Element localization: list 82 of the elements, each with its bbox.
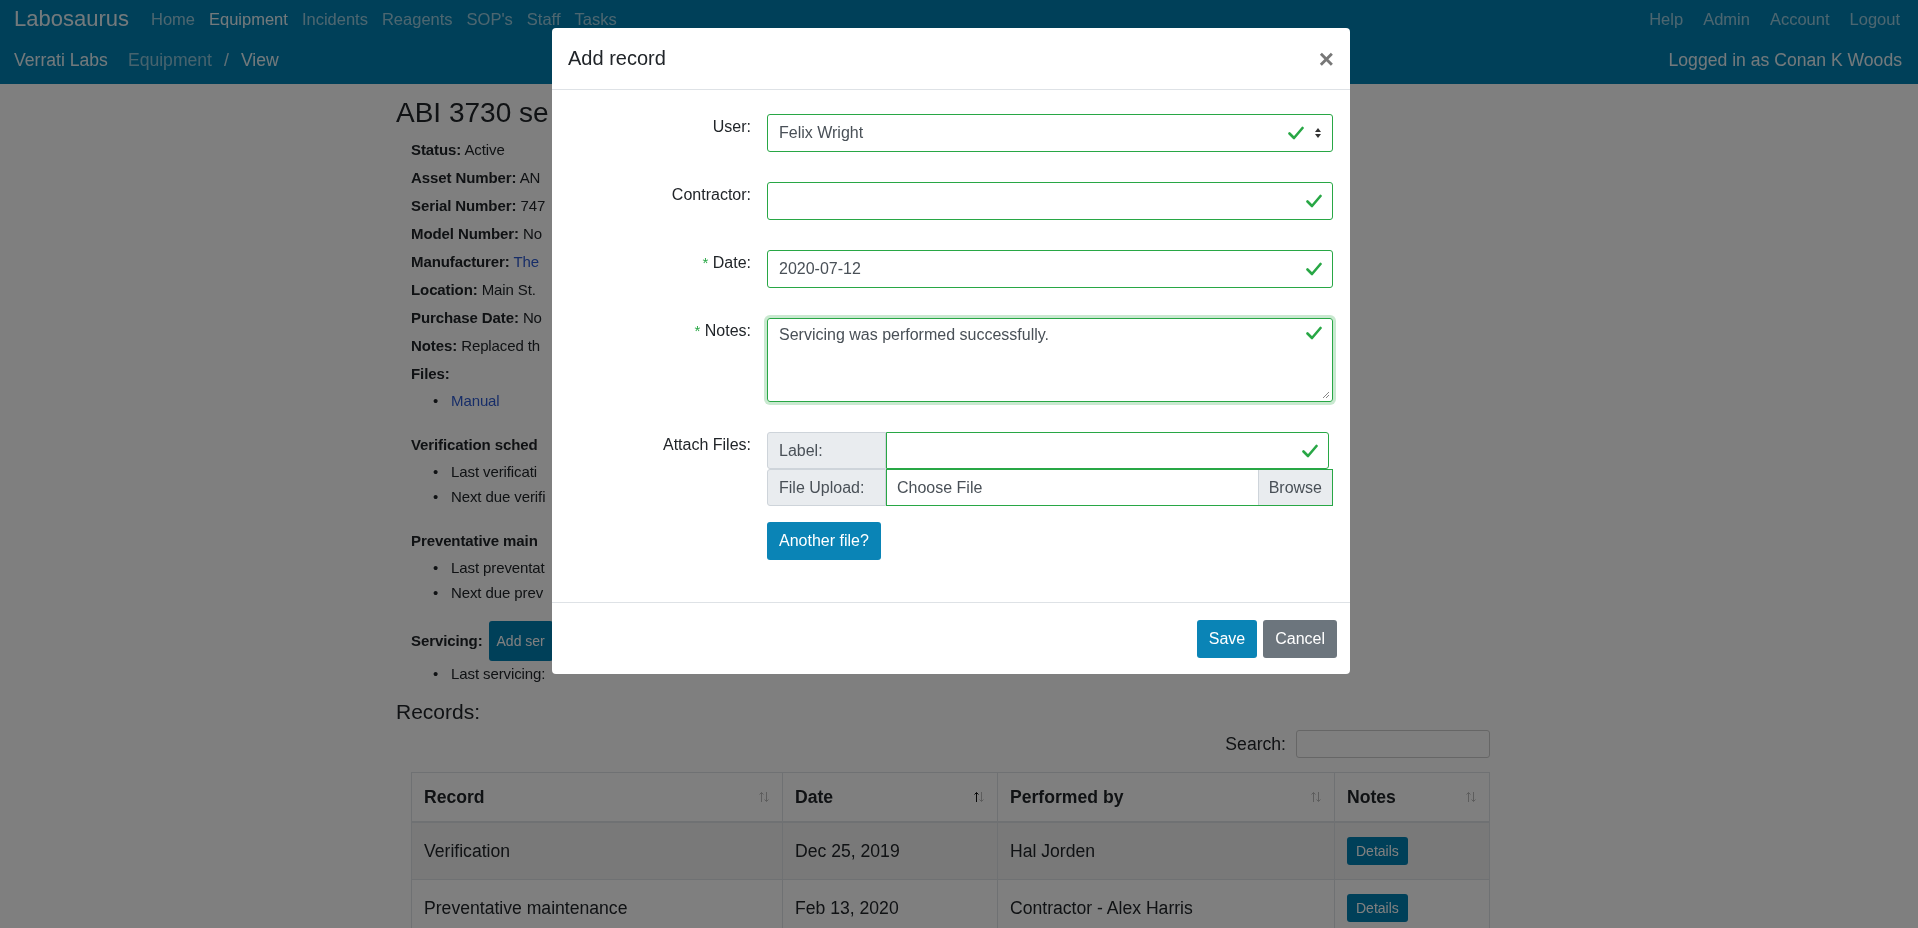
list-item: Next due verifi	[451, 487, 546, 507]
detail-line: Notes: Replaced th	[411, 336, 541, 356]
detail-line: Location: Main St.	[411, 280, 536, 300]
detail-line: Purchase Date: No	[411, 308, 542, 328]
add-servicing-button[interactable]: Add ser	[488, 621, 553, 661]
bullet: •	[433, 558, 440, 578]
bullet: •	[433, 462, 440, 482]
check-icon	[1306, 326, 1322, 340]
search-field[interactable]	[1296, 730, 1490, 758]
cancel-button[interactable]: Cancel	[1263, 619, 1337, 658]
manufacturer-link[interactable]: The	[513, 253, 540, 270]
required-marker: *	[702, 254, 709, 271]
section-heading: Servicing:	[411, 631, 483, 651]
detail-line: Status: Active	[411, 140, 505, 160]
details-button[interactable]: Details	[1347, 894, 1408, 922]
bullet: •	[433, 391, 440, 411]
nav-link[interactable]: Help	[1649, 9, 1684, 29]
field-label: Date:	[712, 254, 751, 271]
required-marker: *	[694, 322, 701, 339]
notes-textarea[interactable]: Servicing was performed successfully.	[767, 318, 1333, 402]
field-label: Contractor:	[671, 186, 751, 203]
table-cell: Preventative maintenance	[411, 879, 783, 928]
text-field[interactable]	[767, 182, 1333, 220]
save-button[interactable]: Save	[1196, 619, 1258, 658]
field-label: User:	[712, 118, 751, 135]
file-link[interactable]: Manual	[451, 388, 500, 413]
list-item: Next due prev	[451, 583, 544, 603]
resize-grip-icon	[1322, 391, 1330, 399]
breadcrumb-link[interactable]: Verrati Labs	[14, 49, 108, 71]
column-header[interactable]: Record	[411, 772, 783, 822]
column-header[interactable]: Notes	[1334, 772, 1490, 822]
bullet: •	[433, 583, 440, 603]
brand-link[interactable]: Labosaurus	[14, 6, 129, 32]
browse-button[interactable]: Browse	[1257, 470, 1332, 505]
nav-link[interactable]: Tasks	[574, 9, 617, 29]
nav-link[interactable]: Staff	[526, 9, 561, 29]
field-label: Attach Files:	[662, 436, 751, 453]
bullet: •	[433, 664, 440, 684]
nav-link[interactable]: Account	[1769, 9, 1830, 29]
field-label: Notes:	[704, 322, 751, 339]
section-heading: Preventative main	[411, 532, 538, 549]
records-heading: Records:	[396, 700, 482, 724]
user-select[interactable]: Felix Wright	[767, 114, 1333, 152]
breadcrumb-separator: /	[224, 49, 229, 71]
label-field[interactable]	[886, 432, 1329, 469]
input-addon: File Upload:	[767, 469, 886, 506]
nav-link[interactable]: SOP's	[466, 9, 513, 29]
check-icon	[1306, 194, 1322, 208]
nav-link[interactable]: Incidents	[301, 9, 368, 29]
detail-line: Serial Number: 747	[411, 196, 546, 216]
section-heading: Verification sched	[411, 436, 538, 453]
column-header[interactable]: Date	[782, 772, 998, 822]
select-arrows-icon	[1314, 127, 1322, 139]
nav-link[interactable]: Home	[151, 9, 195, 29]
file-input[interactable]: Choose File Browse	[886, 469, 1333, 506]
column-header[interactable]: Performed by	[997, 772, 1335, 822]
nav-link[interactable]: Reagents	[381, 9, 453, 29]
input-addon: Label:	[767, 432, 886, 469]
bullet: •	[433, 487, 440, 507]
logged-in-text: Logged in as Conan K Woods	[1668, 49, 1902, 71]
check-icon	[1306, 262, 1322, 276]
check-icon	[1302, 443, 1318, 458]
detail-line: Model Number: No	[411, 224, 542, 244]
nav-link[interactable]: Logout	[1849, 9, 1900, 29]
list-item: Last servicing:	[451, 664, 546, 684]
list-item: Last verificati	[451, 462, 538, 482]
detail-line: Asset Number: AN	[411, 168, 541, 188]
another-file-button[interactable]: Another file?	[767, 522, 881, 560]
search-label: Search:	[1225, 733, 1286, 755]
details-button[interactable]: Details	[1347, 837, 1408, 865]
nav-link[interactable]: Equipment	[209, 9, 288, 29]
detail-line: Manufacturer: The	[411, 252, 540, 272]
files-label: Files:	[411, 365, 450, 382]
breadcrumb-link[interactable]: Equipment	[127, 49, 212, 71]
breadcrumb-current: View	[240, 49, 279, 71]
text-field[interactable]: 2020-07-12	[767, 250, 1333, 288]
page-title: ABI 3730 se	[396, 96, 549, 130]
list-item: Last preventat	[451, 558, 545, 578]
close-button[interactable]: ×	[1318, 45, 1334, 72]
check-icon	[1288, 126, 1304, 140]
modal-title: Add record	[568, 47, 666, 70]
nav-link[interactable]: Admin	[1703, 9, 1750, 29]
